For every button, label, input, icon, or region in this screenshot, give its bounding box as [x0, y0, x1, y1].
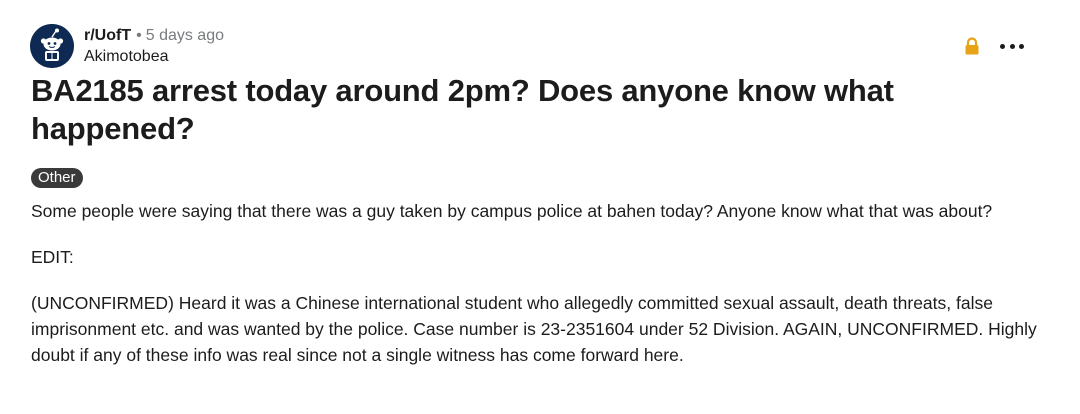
post-body: Some people were saying that there was a… — [31, 198, 1041, 388]
post-card: r/UofT • 5 days ago Akimotobea BA2185 arre… — [0, 0, 1080, 414]
post-title[interactable]: BA2185 arrest today around 2pm? Does any… — [31, 72, 1031, 148]
more-dot — [1019, 43, 1024, 49]
post-flair[interactable]: Other — [31, 168, 83, 188]
more-dot — [1000, 43, 1005, 49]
more-dot — [1009, 43, 1015, 49]
post-timestamp: 5 days ago — [145, 27, 224, 44]
subreddit-link[interactable]: r/UofT — [84, 27, 131, 44]
author-link[interactable]: Akimotobea — [84, 47, 224, 66]
post-meta: r/UofT • 5 days ago Akimotobea — [84, 26, 224, 66]
lock-icon — [963, 36, 981, 56]
body-paragraph: (UNCONFIRMED) Heard it was a Chinese int… — [31, 293, 1037, 365]
body-paragraph: EDIT: — [31, 247, 74, 267]
subreddit-avatar-icon[interactable] — [30, 24, 74, 68]
more-options-icon[interactable] — [1000, 36, 1024, 56]
post-meta-row: r/UofT • 5 days ago — [84, 26, 224, 45]
body-paragraph: Some people were saying that there was a… — [31, 201, 993, 221]
meta-separator: • — [136, 27, 142, 44]
